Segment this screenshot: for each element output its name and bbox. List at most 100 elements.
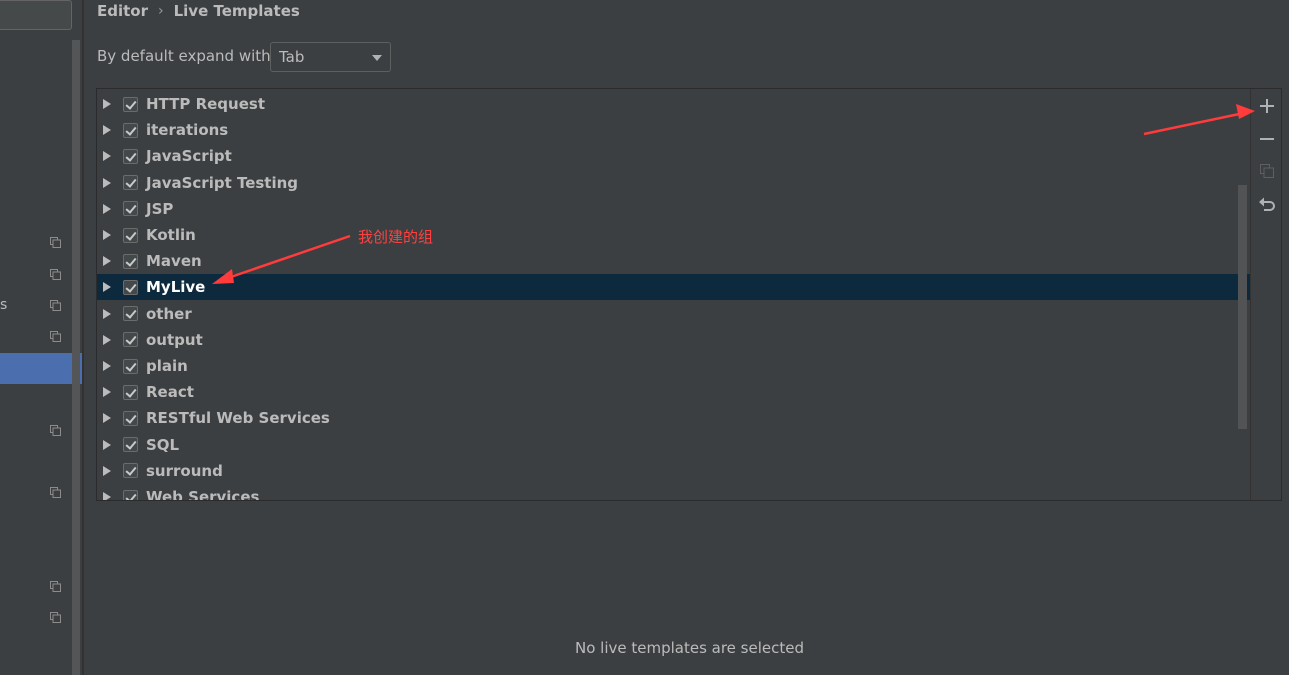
template-group-row[interactable]: React [97,379,1250,405]
group-enabled-checkbox[interactable] [123,253,138,269]
chevron-down-icon [372,55,382,61]
expand-with-value: Tab [279,48,305,66]
expand-arrow-icon[interactable] [103,413,111,424]
expand-arrow-icon[interactable] [103,334,111,345]
tree-scrollbar[interactable] [1238,185,1247,429]
group-enabled-checkbox[interactable] [123,358,138,374]
template-group-label: other [146,304,192,323]
restore-button[interactable] [1257,194,1277,214]
template-group-label: Maven [146,252,202,271]
group-enabled-checkbox[interactable] [123,332,138,348]
template-group-label: output [146,330,203,349]
project-scope-icon [50,425,61,436]
template-group-label: RESTful Web Services [146,409,330,428]
project-scope-icon [50,487,61,498]
sidebar-item-label-fragment[interactable]: s [0,297,7,313]
project-scope-icon [50,331,61,342]
template-group-label: surround [146,461,223,480]
group-enabled-checkbox[interactable] [123,489,138,500]
expand-arrow-icon[interactable] [103,256,111,267]
breadcrumb-separator: › [158,3,164,19]
expand-arrow-icon[interactable] [103,125,111,136]
template-group-label: plain [146,357,188,375]
template-group-row[interactable]: Kotlin [97,222,1250,248]
undo-icon [1259,197,1275,211]
template-group-row[interactable]: iterations [97,117,1250,143]
template-group-row[interactable]: HTTP Request [97,91,1250,117]
expand-arrow-icon[interactable] [103,361,111,371]
annotation-label: 我创建的组 [358,228,434,246]
template-group-row[interactable]: JavaScript Testing [97,170,1250,196]
template-group-label: SQL [146,435,180,454]
template-group-row[interactable]: Maven [97,248,1250,274]
template-group-row[interactable]: MyLive [97,274,1250,301]
sidebar-scrollbar[interactable] [72,40,80,675]
template-group-label: JSP [146,199,174,218]
settings-sidebar: s [0,0,82,675]
remove-button[interactable] [1257,129,1277,149]
template-group-label: JavaScript Testing [146,173,299,192]
template-group-row[interactable]: surround [97,458,1250,484]
template-group-row[interactable]: JSP [97,196,1250,222]
template-group-label: JavaScript [146,147,232,166]
expand-with-select[interactable]: Tab [270,42,391,72]
expand-arrow-icon[interactable] [103,230,111,240]
add-button[interactable] [1257,96,1277,116]
breadcrumb-editor: Editor [97,2,148,20]
group-enabled-checkbox[interactable] [123,148,138,164]
tree-toolbar [1250,89,1281,500]
group-enabled-checkbox[interactable] [123,96,138,112]
group-enabled-checkbox[interactable] [123,384,138,400]
minus-icon [1260,138,1274,140]
expand-arrow-icon[interactable] [103,308,111,319]
breadcrumb: Editor › Live Templates [97,2,300,20]
empty-selection-message: No live templates are selected [574,639,804,657]
group-enabled-checkbox[interactable] [123,463,138,479]
group-enabled-checkbox[interactable] [123,437,138,453]
template-group-row[interactable]: RESTful Web Services [97,405,1250,431]
group-enabled-checkbox[interactable] [123,175,138,191]
template-group-label: Web Services [146,488,260,500]
expand-arrow-icon[interactable] [103,203,111,214]
copy-icon [1260,164,1274,178]
template-group-row[interactable]: plain [97,353,1250,379]
group-enabled-checkbox[interactable] [123,306,138,322]
project-scope-icon [50,581,61,592]
template-group-row[interactable]: output [97,327,1250,353]
template-group-label: MyLive [146,278,206,297]
expand-arrow-icon[interactable] [103,492,111,500]
template-group-row[interactable]: Web Services [97,484,1250,500]
group-enabled-checkbox[interactable] [123,227,138,243]
expand-arrow-icon[interactable] [103,439,111,450]
expand-arrow-icon[interactable] [103,151,111,162]
group-enabled-checkbox[interactable] [123,410,138,426]
breadcrumb-live-templates: Live Templates [173,2,300,20]
panel-divider[interactable] [82,0,84,675]
template-group-label: Kotlin [146,226,196,244]
expand-arrow-icon[interactable] [103,177,111,188]
expand-arrow-icon[interactable] [103,387,111,398]
group-enabled-checkbox[interactable] [123,279,138,295]
template-group-label: iterations [146,121,229,140]
expand-arrow-icon[interactable] [103,99,111,109]
project-scope-icon [50,269,61,280]
settings-search-input[interactable] [0,0,72,30]
template-group-row[interactable]: JavaScript [97,143,1250,169]
plus-icon [1260,99,1274,113]
project-scope-icon [50,237,61,248]
project-scope-icon [50,612,61,623]
expand-with-label: By default expand with [97,47,271,65]
duplicate-button[interactable] [1257,161,1277,181]
template-group-label: React [146,383,194,402]
expand-arrow-icon[interactable] [103,282,111,293]
expand-arrow-icon[interactable] [103,465,111,476]
project-scope-icon [50,300,61,311]
group-enabled-checkbox[interactable] [123,201,138,217]
template-group-row[interactable]: SQL [97,432,1250,458]
template-groups-panel: HTTP Request iterations JavaScript JavaScri… [96,88,1282,501]
template-group-label: HTTP Request [146,95,265,113]
group-enabled-checkbox[interactable] [123,122,138,138]
template-group-row[interactable]: other [97,301,1250,327]
template-groups-tree: HTTP Request iterations JavaScript JavaScri… [97,89,1250,500]
sidebar-item-live-templates[interactable] [0,353,82,384]
